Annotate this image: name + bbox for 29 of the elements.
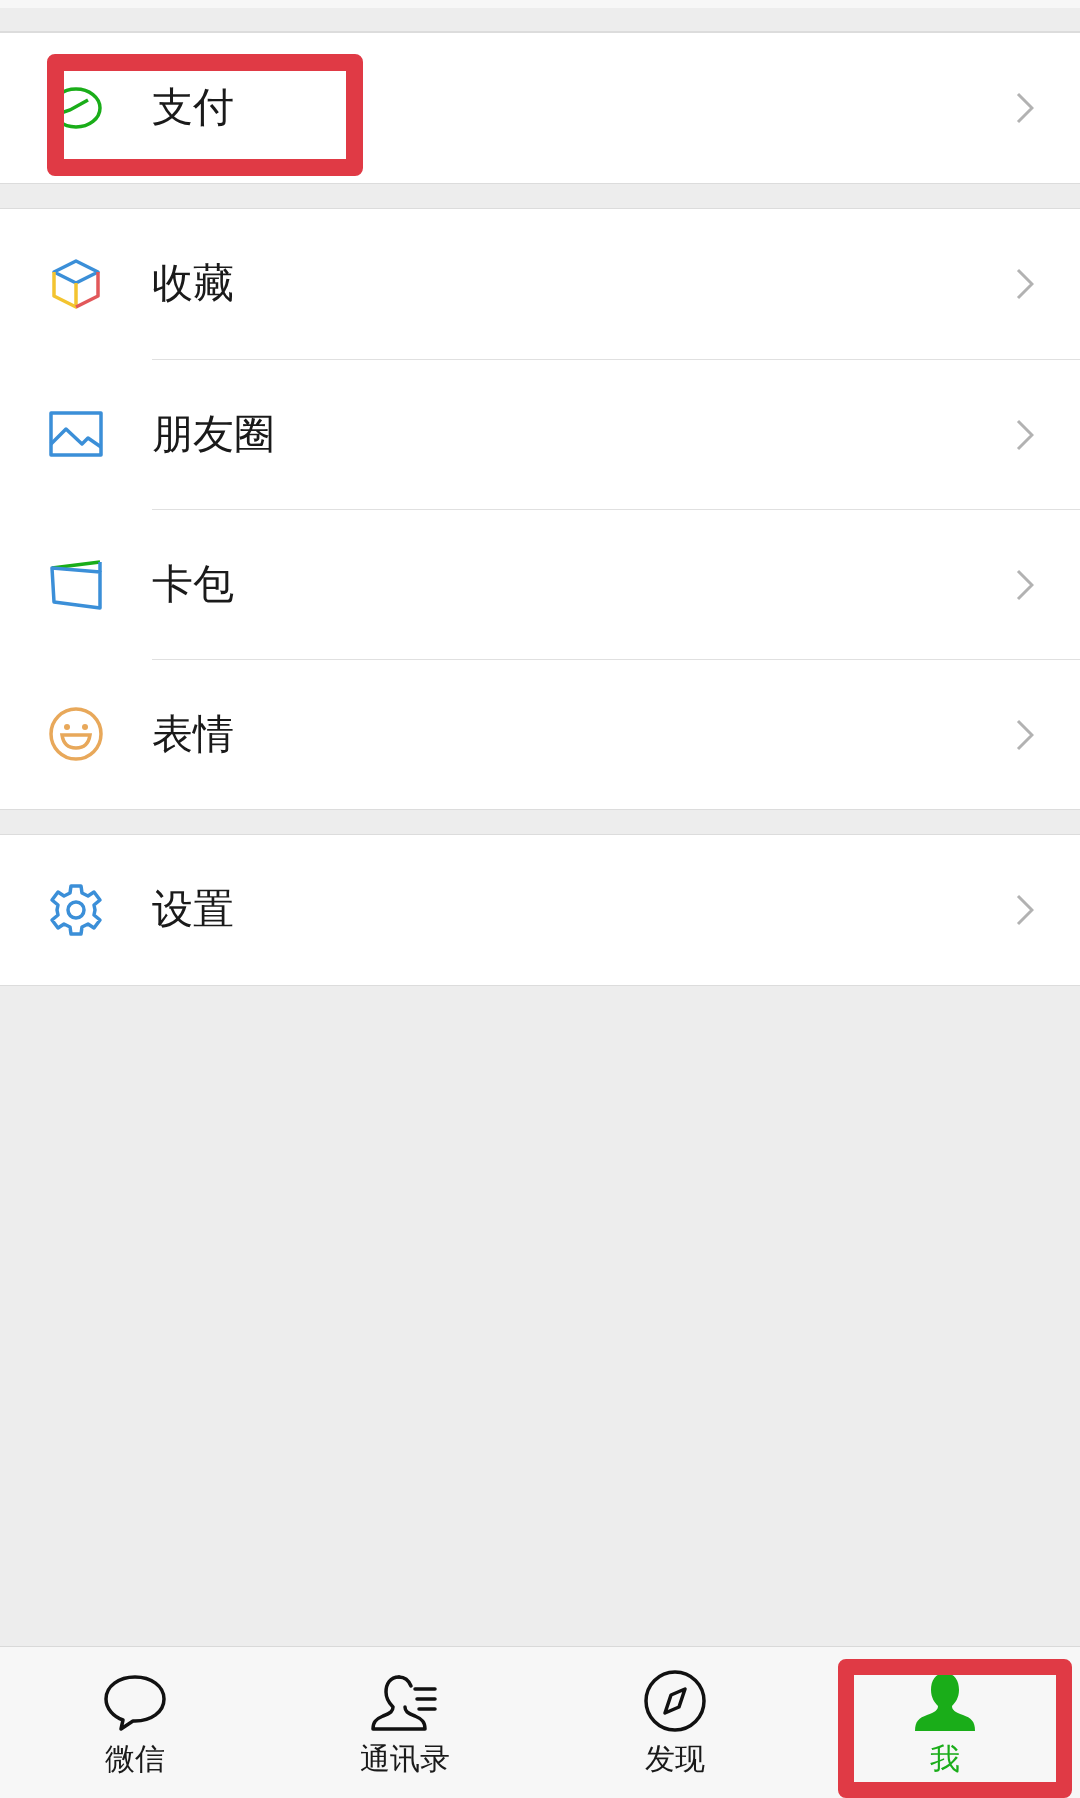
menu-label: 表情 bbox=[152, 708, 235, 760]
tab-label: 发现 bbox=[645, 1739, 705, 1778]
menu-row[interactable]: 表情 bbox=[0, 659, 1080, 809]
chevron-icon bbox=[1016, 268, 1034, 300]
chevron-icon bbox=[1016, 568, 1034, 601]
chevron-icon bbox=[1016, 894, 1034, 926]
menu-row[interactable]: 支付 bbox=[0, 33, 1080, 183]
menu-row[interactable]: 设置 bbox=[0, 835, 1080, 985]
tab[interactable]: 微信 bbox=[0, 1647, 270, 1798]
chat-bubble-icon bbox=[103, 1672, 167, 1733]
tab-label: 微信 bbox=[105, 1739, 165, 1778]
settings-icon bbox=[48, 882, 104, 938]
smiley-icon bbox=[48, 706, 104, 762]
menu-row[interactable]: 朋友圈 bbox=[0, 359, 1080, 509]
menu-row[interactable]: 卡包 bbox=[0, 509, 1080, 659]
compass-icon bbox=[643, 1668, 707, 1733]
tab[interactable]: 通讯录 bbox=[270, 1647, 540, 1798]
chevron-icon bbox=[1016, 92, 1034, 124]
menu-label: 收藏 bbox=[152, 258, 235, 310]
menu-row[interactable]: 收藏 bbox=[0, 209, 1080, 359]
tab[interactable]: 发现 bbox=[540, 1647, 810, 1798]
tab-label: 我 bbox=[930, 1739, 960, 1778]
menu-label: 朋友圈 bbox=[152, 408, 276, 460]
menu-label: 卡包 bbox=[152, 558, 235, 610]
chevron-icon bbox=[1016, 718, 1034, 751]
tab-label: 通讯录 bbox=[360, 1739, 450, 1778]
menu-label: 设置 bbox=[152, 884, 235, 936]
menu-label: 支付 bbox=[152, 82, 235, 134]
chevron-icon bbox=[1016, 418, 1034, 451]
